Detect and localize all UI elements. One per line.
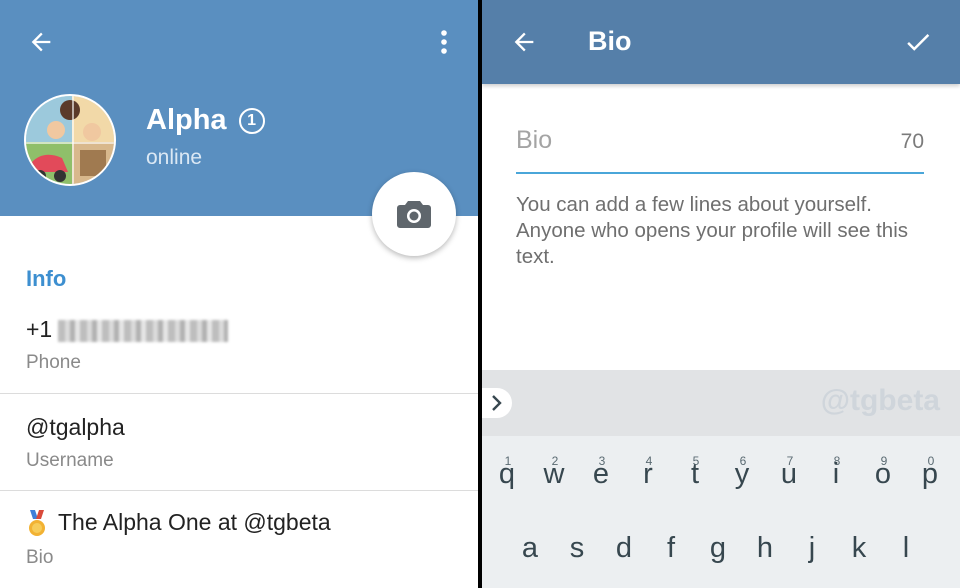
back-button[interactable] bbox=[502, 22, 546, 62]
bio-input[interactable]: Bio 70 bbox=[516, 112, 924, 174]
bio-value-line: The Alpha One at @tgbeta bbox=[26, 509, 331, 538]
done-button[interactable] bbox=[896, 20, 940, 64]
online-status: online bbox=[146, 146, 203, 169]
key-label: a bbox=[521, 532, 539, 564]
key-label: p bbox=[921, 458, 939, 490]
key-label: h bbox=[756, 532, 774, 564]
key-label: k bbox=[851, 532, 867, 564]
key-e[interactable]: 3e bbox=[578, 444, 624, 498]
key-label: i bbox=[832, 458, 840, 490]
info-section-title: Info bbox=[26, 266, 67, 291]
key-label: t bbox=[690, 458, 700, 490]
redacted-phone-number bbox=[58, 319, 229, 342]
key-s[interactable]: s bbox=[554, 524, 600, 578]
key-label: r bbox=[643, 458, 653, 490]
checkmark-icon bbox=[907, 34, 930, 51]
key-y[interactable]: 6y bbox=[719, 444, 765, 498]
key-a[interactable]: a bbox=[507, 524, 553, 578]
key-w[interactable]: 2w bbox=[531, 444, 577, 498]
username-label: Username bbox=[26, 450, 114, 471]
bio-input-placeholder: Bio bbox=[516, 126, 553, 154]
remaining-characters-counter: 70 bbox=[900, 130, 924, 153]
bio-editor-screen: Bio Bio 70 You can add a few lines about… bbox=[482, 0, 960, 588]
bio-help-text: You can add a few lines about yourself. … bbox=[516, 193, 908, 268]
key-p[interactable]: 0p bbox=[907, 444, 953, 498]
key-label: s bbox=[569, 532, 585, 564]
watermark: @tgbeta bbox=[820, 384, 940, 417]
key-label: w bbox=[543, 458, 565, 490]
bio-label: Bio bbox=[26, 547, 54, 568]
key-label: u bbox=[780, 458, 798, 490]
arrow-left-icon bbox=[514, 32, 534, 52]
username-value: @tgalpha bbox=[26, 414, 125, 440]
key-d[interactable]: d bbox=[601, 524, 647, 578]
key-r[interactable]: 4r bbox=[625, 444, 671, 498]
key-label: e bbox=[592, 458, 610, 490]
key-i[interactable]: 8i bbox=[813, 444, 859, 498]
key-k[interactable]: k bbox=[836, 524, 882, 578]
more-vertical-icon bbox=[441, 30, 447, 54]
key-q[interactable]: 1q bbox=[484, 444, 530, 498]
set-photo-button[interactable] bbox=[372, 172, 456, 256]
phone-row[interactable]: +1 Phone bbox=[0, 300, 478, 394]
profile-name: Alpha bbox=[146, 104, 227, 136]
bio-editor-header: Bio bbox=[482, 0, 960, 84]
avatar[interactable] bbox=[24, 94, 116, 186]
account-number-badge: 1 bbox=[238, 107, 265, 134]
back-button[interactable] bbox=[18, 22, 64, 62]
keyboard-suggestion-bar: @tgbeta bbox=[482, 370, 960, 436]
key-label: j bbox=[808, 532, 816, 564]
profile-name-row: Alpha 1 bbox=[146, 104, 265, 137]
key-label: q bbox=[498, 458, 516, 490]
key-t[interactable]: 5t bbox=[672, 444, 718, 498]
key-label: y bbox=[734, 458, 750, 490]
keyboard-expand-button[interactable] bbox=[482, 388, 512, 418]
more-options-button[interactable] bbox=[424, 22, 464, 62]
key-h[interactable]: h bbox=[742, 524, 788, 578]
page-title: Bio bbox=[588, 26, 632, 56]
phone-prefix: +1 bbox=[26, 316, 53, 342]
key-l[interactable]: l bbox=[883, 524, 929, 578]
key-label: d bbox=[615, 532, 633, 564]
key-label: f bbox=[666, 532, 676, 564]
key-u[interactable]: 7u bbox=[766, 444, 812, 498]
camera-icon bbox=[397, 201, 431, 228]
profile-screen: Alpha 1 online Info +1 Phone @tgalpha Us… bbox=[0, 0, 478, 588]
avatar-picture bbox=[26, 96, 114, 184]
username-row[interactable]: @tgalpha Username bbox=[0, 394, 478, 490]
bio-row[interactable]: The Alpha One at @tgbeta Bio bbox=[0, 491, 478, 588]
medal-emoji-icon bbox=[29, 509, 45, 536]
key-o[interactable]: 9o bbox=[860, 444, 906, 498]
key-label: l bbox=[902, 532, 910, 564]
key-f[interactable]: f bbox=[648, 524, 694, 578]
arrow-left-icon bbox=[31, 32, 51, 52]
keyboard: 1q2w3e4r5t6y7u8i9o0p asd f gh j k l bbox=[482, 436, 960, 588]
chevron-right-icon bbox=[492, 395, 502, 411]
key-j[interactable]: j bbox=[789, 524, 835, 578]
key-label: g bbox=[709, 532, 727, 564]
phone-value: +1 bbox=[26, 316, 229, 343]
key-g[interactable]: g bbox=[695, 524, 741, 578]
bio-value: The Alpha One at @tgbeta bbox=[58, 509, 331, 535]
phone-label: Phone bbox=[26, 352, 81, 373]
key-label: o bbox=[874, 458, 892, 490]
